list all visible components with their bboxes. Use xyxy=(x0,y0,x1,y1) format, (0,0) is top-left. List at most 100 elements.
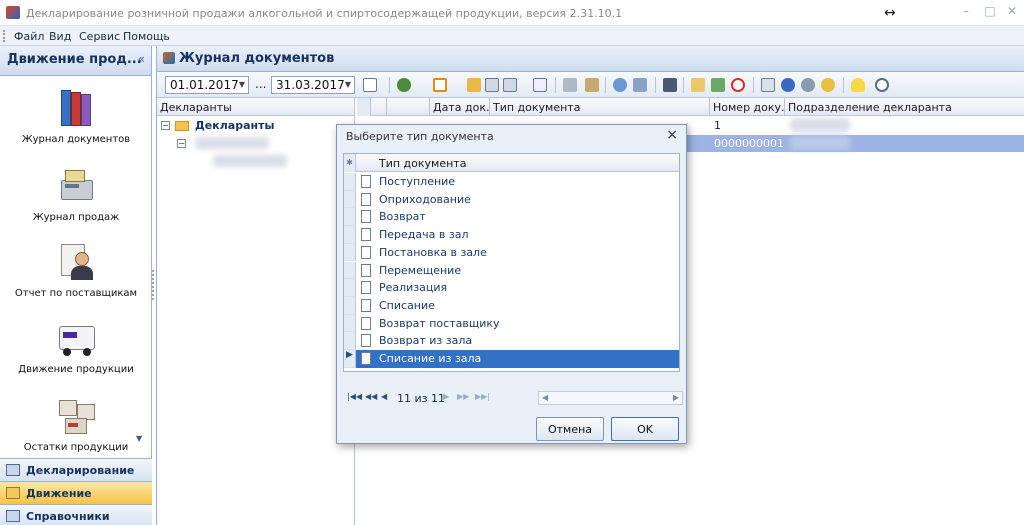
column-header-doc-type[interactable]: Тип документа xyxy=(490,98,710,116)
cut-icon[interactable] xyxy=(563,78,577,92)
list-item[interactable]: Возврат xyxy=(344,208,679,227)
menu-view[interactable]: Вид xyxy=(49,30,71,43)
copy-icon[interactable] xyxy=(485,78,499,92)
list-icon[interactable] xyxy=(761,78,775,92)
settings-star-icon[interactable] xyxy=(821,78,835,92)
column-header-doc-number[interactable]: Номер доку... xyxy=(710,98,785,116)
date-from-value: 01.01.2017 xyxy=(170,78,239,92)
ok-button[interactable]: OK xyxy=(611,417,679,441)
tree-child-row[interactable] xyxy=(157,154,355,170)
close-icon[interactable]: × xyxy=(666,127,678,143)
print-icon[interactable] xyxy=(633,78,647,92)
nav-item-document-journal[interactable]: Журнал документов xyxy=(0,88,152,145)
document-icon xyxy=(361,175,371,188)
search-icon[interactable] xyxy=(875,78,889,92)
list-item[interactable]: Постановка в зале xyxy=(344,243,679,262)
preview-icon[interactable] xyxy=(613,78,627,92)
nav-item-supplier-report[interactable]: Отчет по поставщикам xyxy=(0,242,152,299)
list-item[interactable]: Поступление xyxy=(344,173,679,191)
toolbar: 01.01.2017 ▼ ... 31.03.2017 ▼ xyxy=(157,72,1024,98)
column-header-subdivision[interactable]: Подразделение декларанта xyxy=(785,98,1024,116)
nav-item-sales-journal[interactable]: Журнал продаж xyxy=(0,166,152,223)
tree-child-row[interactable]: − xyxy=(157,136,355,152)
collapse-icon[interactable]: − xyxy=(161,121,170,130)
list-item[interactable]: Возврат из зала xyxy=(344,332,679,350)
chevron-down-icon[interactable]: ▼ xyxy=(345,80,351,89)
date-to-field[interactable]: 31.03.2017 ▼ xyxy=(271,76,355,94)
document-icon[interactable] xyxy=(533,78,547,92)
gear-icon[interactable] xyxy=(801,78,815,92)
row-indicator: ▶ xyxy=(344,350,356,368)
bottom-nav-declaring[interactable]: Декларирование xyxy=(0,458,152,481)
document-icon xyxy=(361,281,371,295)
calculator-icon[interactable] xyxy=(663,78,677,92)
pager-status: 11 из 11 xyxy=(397,392,445,405)
list-item[interactable]: Возврат поставщику xyxy=(344,314,679,333)
column-header-date[interactable]: Дата док... xyxy=(430,98,490,116)
toolbar-separator xyxy=(683,77,684,93)
references-icon xyxy=(6,510,20,522)
books-icon xyxy=(55,88,97,128)
nav-item-product-movement[interactable]: Движение продукции xyxy=(0,318,152,375)
list-item[interactable]: Списание xyxy=(344,296,679,315)
list-item-label: Постановка в зале xyxy=(379,245,487,259)
calendar-icon[interactable] xyxy=(363,78,377,92)
import-icon[interactable] xyxy=(691,78,705,92)
window-titlebar: Декларирование розничной продажи алкогол… xyxy=(0,0,1024,26)
paste-icon[interactable] xyxy=(585,78,599,92)
prev-page-icon[interactable]: ◀ xyxy=(381,392,387,401)
document-icon xyxy=(361,316,371,330)
maximize-button[interactable]: □ xyxy=(981,4,999,20)
next-page-icon[interactable]: ▶ xyxy=(443,392,449,401)
lightbulb-icon[interactable] xyxy=(851,78,865,92)
row-indicator xyxy=(344,261,356,280)
row-indicator xyxy=(344,208,356,227)
last-page-icon[interactable]: ▶▶| xyxy=(475,392,490,401)
minimize-button[interactable]: – xyxy=(957,4,975,20)
edit-icon[interactable] xyxy=(467,78,481,92)
menu-service[interactable]: Сервис xyxy=(79,30,120,43)
tree-root-label: Декларанты xyxy=(195,119,275,132)
horizontal-scrollbar[interactable]: ◀ ▶ xyxy=(538,391,683,405)
prev-page-set-icon[interactable]: ◀◀ xyxy=(365,392,377,401)
list-item[interactable]: ▶ Списание из зала xyxy=(344,350,679,368)
row-indicator xyxy=(344,226,356,244)
export-icon[interactable] xyxy=(711,78,725,92)
document-icon xyxy=(361,210,371,224)
pager: |◀◀ ◀◀ ◀ 11 из 11 ▶ ▶▶ ▶▶| ◀ ▶ xyxy=(343,388,683,408)
close-window-button[interactable]: ✕ xyxy=(1003,4,1021,20)
list-item[interactable]: Реализация xyxy=(344,279,679,297)
collapse-panel-button[interactable]: « xyxy=(138,52,145,66)
cancel-button[interactable]: Отмена xyxy=(536,417,604,441)
tree-root-row[interactable]: − Декларанты xyxy=(157,118,355,134)
list-item[interactable]: Перемещение xyxy=(344,261,679,280)
cancel-icon[interactable] xyxy=(731,78,745,92)
bottom-nav-product-movement[interactable]: Движение продукции xyxy=(0,481,152,513)
scroll-left-icon[interactable]: ◀ xyxy=(542,393,548,402)
redacted-subdivision xyxy=(213,155,287,167)
nav-item-label: Движение продукции xyxy=(18,364,134,375)
first-page-icon[interactable]: |◀◀ xyxy=(347,392,362,401)
menu-help[interactable]: Помощь xyxy=(123,30,170,43)
list-item[interactable]: Оприходование xyxy=(344,190,679,209)
scroll-down-icon[interactable]: ▼ xyxy=(136,434,142,443)
row-indicator xyxy=(344,173,356,191)
nav-item-label: Журнал документов xyxy=(21,134,131,145)
collapse-icon[interactable]: − xyxy=(177,139,186,148)
refresh-icon[interactable] xyxy=(397,78,411,92)
nav-item-product-stock[interactable]: Остатки продукции xyxy=(0,396,152,453)
new-document-icon[interactable] xyxy=(433,78,447,92)
scroll-right-icon[interactable]: ▶ xyxy=(673,393,679,402)
redacted-subdivision xyxy=(790,118,850,132)
list-item[interactable]: Передача в зал xyxy=(344,226,679,244)
bottom-nav-references[interactable]: Справочники xyxy=(0,504,152,525)
next-page-set-icon[interactable]: ▶▶ xyxy=(457,392,469,401)
list-header: ✱ Тип документа xyxy=(344,154,679,172)
help-icon[interactable] xyxy=(781,78,795,92)
folder-icon xyxy=(175,121,189,131)
date-from-field[interactable]: 01.01.2017 ▼ xyxy=(165,76,249,94)
main-header: Журнал документов xyxy=(157,46,1024,72)
duplicate-icon[interactable] xyxy=(503,78,517,92)
menu-file[interactable]: Файл xyxy=(14,30,44,43)
chevron-down-icon[interactable]: ▼ xyxy=(239,80,245,89)
